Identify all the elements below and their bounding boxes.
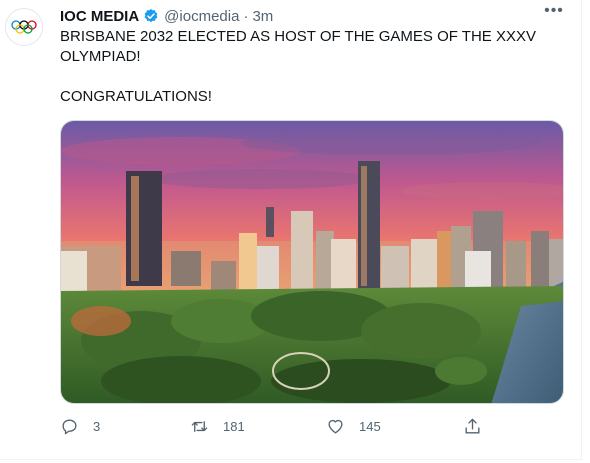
tweet-header: IOC MEDIA @iocmedia · 3m	[60, 6, 273, 26]
like-icon	[328, 419, 343, 434]
tweet-text-line: CONGRATULATIONS!	[60, 88, 212, 105]
reply-icon	[62, 418, 77, 434]
tweet-text-line: BRISBANE 2032 ELECTED AS HOST OF THE GAM…	[60, 28, 536, 65]
avatar[interactable]	[5, 8, 43, 46]
like-count: 145	[359, 418, 381, 434]
tweet-actions: 3 181 145	[60, 414, 520, 438]
city-skyline-photo	[61, 121, 563, 403]
timestamp[interactable]: 3m	[252, 8, 273, 25]
retweet-count: 181	[223, 418, 245, 434]
tweet-text: BRISBANE 2032 ELECTED AS HOST OF THE GAM…	[60, 27, 560, 107]
verified-badge-icon	[144, 9, 158, 23]
olympic-rings-icon	[11, 20, 37, 34]
display-name[interactable]: IOC MEDIA	[60, 8, 139, 25]
more-options-button[interactable]: •••	[542, 3, 566, 24]
tweet-card[interactable]: IOC MEDIA @iocmedia · 3m ••• BRISBANE 20…	[0, 0, 582, 460]
reply-count: 3	[93, 418, 101, 434]
share-icon	[465, 418, 480, 434]
handle[interactable]: @iocmedia	[164, 8, 239, 25]
like-button[interactable]: 145	[326, 414, 381, 438]
reply-button[interactable]: 3	[60, 414, 100, 438]
share-button[interactable]	[463, 414, 496, 438]
media-image[interactable]	[60, 120, 564, 404]
retweet-button[interactable]: 181	[190, 414, 245, 438]
separator-dot: ·	[243, 7, 249, 25]
retweet-icon	[191, 420, 208, 432]
